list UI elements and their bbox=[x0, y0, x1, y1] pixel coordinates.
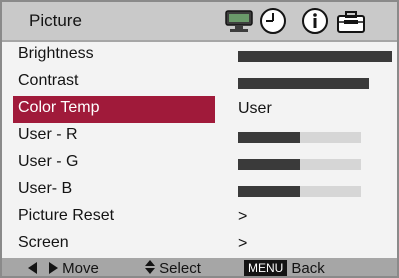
move-hint: Move bbox=[28, 260, 99, 277]
menu-item-user-g[interactable]: User - G bbox=[2, 150, 397, 177]
toolbox-icon[interactable] bbox=[336, 6, 366, 36]
menu-item-label: Contrast bbox=[18, 72, 79, 89]
menu-item-label: Brightness bbox=[18, 45, 94, 62]
user-b-slider[interactable] bbox=[238, 186, 361, 197]
menu-item-label: User- B bbox=[18, 180, 73, 197]
info-icon[interactable] bbox=[300, 6, 330, 36]
user-g-slider[interactable] bbox=[238, 159, 361, 170]
menu-item-picture-reset[interactable]: Picture Reset > bbox=[2, 204, 397, 231]
user-r-slider[interactable] bbox=[238, 132, 361, 143]
menu-item-contrast[interactable]: Contrast bbox=[2, 69, 397, 96]
footer-hints: Move Select MENU Back bbox=[2, 258, 397, 277]
menu-item-label: Color Temp bbox=[18, 99, 100, 116]
menu-item-screen[interactable]: Screen > bbox=[2, 231, 397, 258]
osd-menu: Picture Brightness Contrast Color Temp U… bbox=[0, 0, 399, 278]
menu-title: Picture bbox=[29, 11, 82, 30]
clock-icon[interactable] bbox=[258, 6, 288, 36]
menu-item-label: User - R bbox=[18, 126, 78, 143]
menu-item-user-r[interactable]: User - R bbox=[2, 123, 397, 150]
menu-item-label: User - G bbox=[18, 153, 79, 170]
contrast-slider[interactable] bbox=[238, 78, 392, 89]
menu-panel: Brightness Contrast Color Temp User User… bbox=[2, 42, 397, 258]
menu-item-label: Picture Reset bbox=[18, 207, 115, 224]
back-hint: MENU Back bbox=[244, 260, 325, 277]
back-label: Back bbox=[291, 260, 325, 277]
left-right-arrows-icon bbox=[28, 262, 58, 274]
menu-item-user-b[interactable]: User- B bbox=[2, 177, 397, 204]
contrast-slider-fill bbox=[238, 78, 369, 89]
user-b-slider-fill bbox=[238, 186, 300, 197]
monitor-icon[interactable] bbox=[224, 6, 254, 36]
up-down-arrows-icon bbox=[145, 260, 155, 274]
menu-item-label: Screen bbox=[18, 234, 69, 251]
submenu-arrow: > bbox=[238, 208, 248, 225]
menu-item-color-temp[interactable]: Color Temp User bbox=[2, 96, 397, 123]
menu-item-brightness[interactable]: Brightness bbox=[2, 42, 397, 69]
color-temp-value: User bbox=[238, 100, 272, 117]
brightness-slider-fill bbox=[238, 51, 392, 62]
user-g-slider-fill bbox=[238, 159, 300, 170]
user-r-slider-fill bbox=[238, 132, 300, 143]
submenu-arrow: > bbox=[238, 235, 248, 252]
move-label: Move bbox=[62, 260, 99, 277]
menu-key-badge: MENU bbox=[244, 260, 288, 276]
title-bar: Picture bbox=[2, 2, 397, 40]
brightness-slider[interactable] bbox=[238, 51, 392, 62]
select-label: Select bbox=[159, 260, 201, 277]
select-hint: Select bbox=[145, 260, 201, 277]
